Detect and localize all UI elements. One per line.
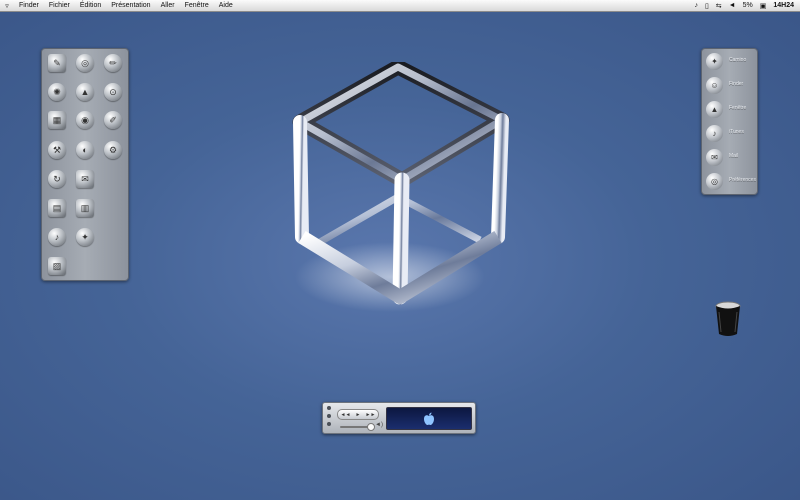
menu-edition[interactable]: Édition bbox=[75, 2, 106, 9]
previous-icon[interactable]: ◄◄ bbox=[341, 412, 351, 418]
folder-icon[interactable]: ▥ bbox=[76, 199, 94, 217]
mail-icon: ✉ bbox=[706, 149, 723, 166]
dock-item-finder[interactable]: ☺ Finder bbox=[705, 75, 755, 97]
screen-icon[interactable]: ▣ bbox=[760, 2, 767, 10]
rocket-icon: ▲ bbox=[706, 101, 723, 118]
dock-item-label: Finder bbox=[729, 81, 744, 87]
compass-icon: ✦ bbox=[706, 53, 723, 70]
dock-item-camino[interactable]: ✦ Camino bbox=[705, 51, 755, 73]
dock-item-mail[interactable]: ✉ Mail bbox=[705, 147, 755, 169]
dock-item-label: Préférences bbox=[729, 177, 756, 183]
finder-icon: ☺ bbox=[706, 77, 723, 94]
pen-icon[interactable]: ✐ bbox=[104, 111, 122, 129]
mini-itunes-player: ◄◄ ► ►► ◄) bbox=[322, 402, 476, 434]
player-menu-dots[interactable] bbox=[327, 406, 333, 430]
right-dock-panel: ✦ Camino ☺ Finder ▲ Fenêtre ♪ iTunes ✉ M… bbox=[701, 48, 758, 195]
menu-finder[interactable]: Finder bbox=[14, 2, 44, 9]
next-icon[interactable]: ►► bbox=[366, 412, 376, 418]
rocket-icon[interactable]: ▲ bbox=[76, 83, 94, 101]
volume-icon[interactable]: ◄ bbox=[729, 2, 736, 9]
apple-menu-icon[interactable]: ▿ bbox=[0, 2, 14, 10]
compass-icon[interactable]: ✦ bbox=[76, 228, 94, 246]
terminal-icon[interactable]: ⚙ bbox=[104, 141, 122, 159]
menu-aller[interactable]: Aller bbox=[156, 2, 180, 9]
playback-controls: ◄◄ ► ►► bbox=[337, 409, 379, 420]
tools-icon[interactable]: ⚒ bbox=[48, 141, 66, 159]
menu-bar: ▿ Finder Fichier Édition Présentation Al… bbox=[0, 0, 800, 12]
magnifier-icon[interactable]: ⊙ bbox=[104, 83, 122, 101]
globe-icon: ◎ bbox=[706, 173, 723, 190]
music-note-icon: ♪ bbox=[706, 125, 723, 142]
cube-graphic bbox=[292, 59, 510, 312]
dock-item-preferences[interactable]: ◎ Préférences bbox=[705, 171, 756, 193]
menu-fichier[interactable]: Fichier bbox=[44, 2, 75, 9]
dock-item-itunes[interactable]: ♪ iTunes bbox=[705, 123, 755, 145]
menu-fenetre[interactable]: Fenêtre bbox=[180, 2, 214, 9]
brush-icon[interactable]: ✏ bbox=[104, 54, 122, 72]
mail-icon[interactable]: ✉ bbox=[76, 170, 94, 188]
chrome-cube-wallpaper bbox=[290, 59, 520, 312]
globe-icon[interactable]: ◎ bbox=[76, 54, 94, 72]
gear-icon[interactable]: ✺ bbox=[48, 83, 66, 101]
satellite-icon[interactable]: ◐ bbox=[76, 141, 94, 159]
refresh-icon[interactable]: ↻ bbox=[48, 170, 66, 188]
disk-icon[interactable]: ▨ bbox=[48, 257, 66, 275]
menubar-extras: ♪ ▯ ⇆ ◄ 5% ▣ 14H24 bbox=[694, 0, 794, 11]
menu-presentation[interactable]: Présentation bbox=[106, 2, 155, 9]
calculator-icon[interactable]: ▦ bbox=[48, 111, 66, 129]
volume-icon: ◄) bbox=[375, 422, 383, 428]
menubar-clock[interactable]: 14H24 bbox=[773, 2, 794, 9]
wrench-tool-icon[interactable]: ✎ bbox=[48, 54, 66, 72]
script-icon[interactable]: ♪ bbox=[694, 2, 698, 9]
menu-aide[interactable]: Aide bbox=[214, 2, 238, 9]
battery-level[interactable]: 5% bbox=[743, 2, 753, 9]
ipod-icon[interactable]: ▯ bbox=[705, 2, 709, 10]
printer-icon[interactable]: ▤ bbox=[48, 199, 66, 217]
network-icon[interactable]: ◉ bbox=[76, 111, 94, 129]
left-launcher-panel: ✎ ◎ ✺ ▲ ⊙ ▦ ◉ ✐ ⚒ ◐ ✏ ⚙ ↻ ✉ ▤ ▥ ♪ ✦ ▨ bbox=[41, 48, 129, 281]
play-icon[interactable]: ► bbox=[356, 412, 361, 418]
volume-slider[interactable] bbox=[340, 426, 370, 428]
music-note-icon[interactable]: ♪ bbox=[48, 228, 66, 246]
trash-icon[interactable] bbox=[714, 300, 742, 338]
apple-logo-icon bbox=[424, 412, 434, 425]
dock-item-fenetre[interactable]: ▲ Fenêtre bbox=[705, 99, 755, 121]
dock-item-label: iTunes bbox=[729, 129, 744, 135]
player-display bbox=[386, 407, 472, 430]
volume-knob[interactable] bbox=[367, 423, 375, 431]
dock-item-label: Mail bbox=[729, 153, 739, 159]
dock-item-label: Fenêtre bbox=[729, 105, 747, 111]
dock-item-label: Camino bbox=[729, 57, 747, 63]
sync-icon[interactable]: ⇆ bbox=[716, 2, 722, 10]
